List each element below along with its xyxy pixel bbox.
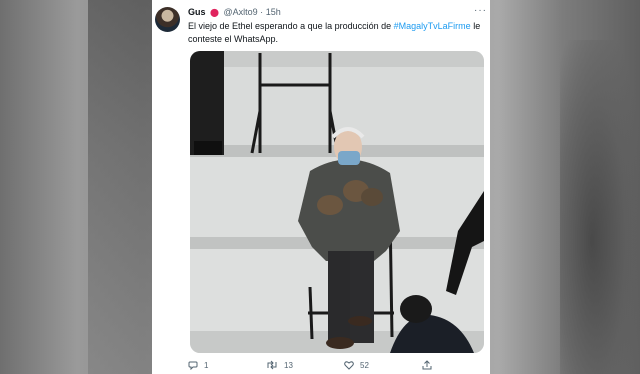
pokeball-icon: ⬤ bbox=[210, 8, 219, 17]
retweet-button[interactable]: 13 bbox=[266, 360, 293, 370]
tweet-text-before: El viejo de Ethel esperando a que la pro… bbox=[188, 21, 394, 31]
blurred-background-right bbox=[560, 40, 640, 374]
tweet-header: Gus ⬤ @Axlto9 · 15h bbox=[188, 7, 281, 17]
reply-button[interactable]: 1 bbox=[188, 360, 208, 370]
display-name[interactable]: Gus bbox=[188, 7, 206, 17]
avatar[interactable] bbox=[155, 7, 180, 32]
reply-icon bbox=[188, 361, 198, 370]
heart-icon bbox=[344, 361, 354, 370]
retweet-count: 13 bbox=[284, 360, 293, 370]
blurred-background-left bbox=[88, 0, 152, 374]
timestamp[interactable]: 15h bbox=[266, 7, 281, 17]
retweet-icon bbox=[267, 360, 277, 370]
handle[interactable]: @Axlto9 bbox=[224, 7, 258, 17]
tweet-photo bbox=[190, 51, 484, 353]
tweet-text: El viejo de Ethel esperando a que la pro… bbox=[188, 20, 484, 46]
like-count: 52 bbox=[360, 360, 369, 370]
tweet-image[interactable] bbox=[190, 51, 484, 353]
tweet-actions: 1 13 52 bbox=[188, 360, 484, 374]
share-icon bbox=[422, 360, 432, 370]
like-button[interactable]: 52 bbox=[344, 360, 369, 370]
share-button[interactable] bbox=[422, 360, 432, 370]
separator: · bbox=[260, 7, 264, 17]
reply-count: 1 bbox=[204, 360, 209, 370]
hashtag-link[interactable]: #MagalyTvLaFirme bbox=[394, 21, 471, 31]
more-options-button[interactable]: ··· bbox=[474, 5, 487, 16]
